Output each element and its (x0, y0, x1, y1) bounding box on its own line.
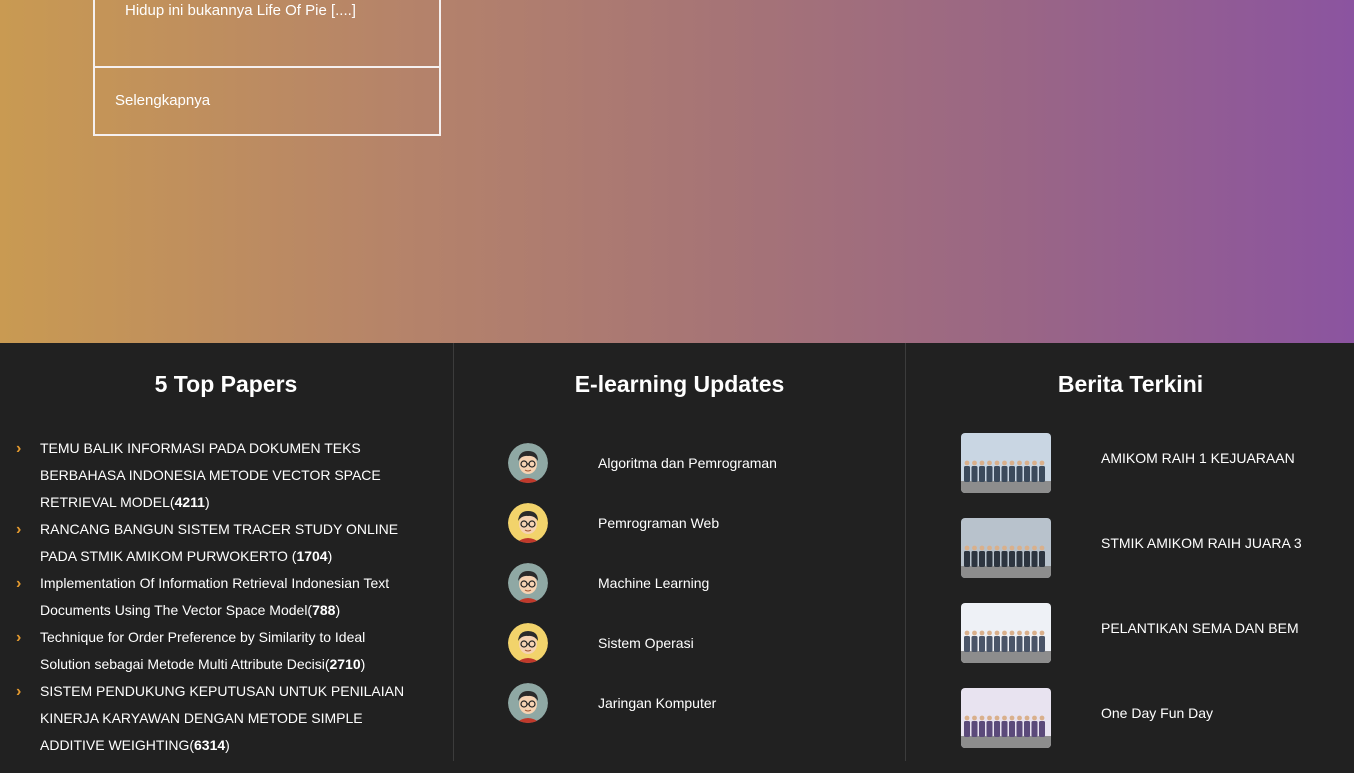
news-item[interactable]: PELANTIKAN SEMA DAN BEM (961, 603, 1302, 688)
paper-count: 1704 (296, 548, 328, 564)
top-papers-section: 5 Top Papers › TEMU BALIK INFORMASI PADA… (0, 343, 452, 761)
news-headline: AMIKOM RAIH 1 KEJUARAAN (1101, 450, 1295, 466)
news-item[interactable]: One Day Fun Day (961, 688, 1302, 773)
avatar-icon (508, 503, 548, 543)
paper-title: Technique for Order Preference by Simila… (40, 629, 366, 672)
paper-link[interactable]: RANCANG BANGUN SISTEM TRACER STUDY ONLIN… (40, 521, 398, 564)
paper-count: 788 (312, 602, 336, 618)
news-photo-thumbnail[interactable] (961, 433, 1051, 493)
course-label: Algoritma dan Pemrograman (598, 455, 777, 471)
news-title: Berita Terkini (1057, 371, 1204, 397)
paper-item: › Implementation Of Information Retrieva… (16, 570, 416, 624)
avatar-icon (508, 563, 548, 603)
avatar-icon (508, 683, 548, 723)
course-label: Pemrograman Web (598, 515, 720, 531)
news-list: AMIKOM RAIH 1 KEJUARAAN STMIK AMIKOM RAI… (961, 433, 1302, 773)
card-divider (95, 66, 439, 68)
avatar-icon (508, 443, 548, 483)
top-papers-list: › TEMU BALIK INFORMASI PADA DOKUMEN TEKS… (16, 435, 416, 759)
paper-link[interactable]: Technique for Order Preference by Simila… (40, 629, 365, 672)
paper-link[interactable]: Implementation Of Information Retrieval … (40, 575, 389, 618)
paper-paren: ) (360, 656, 366, 672)
paper-count: 2710 (329, 656, 361, 672)
chevron-right-icon: › (16, 575, 22, 592)
news-item[interactable]: STMIK AMIKOM RAIH JUARA 3 (961, 518, 1302, 603)
paper-paren: ) (335, 602, 341, 618)
news-section: Berita Terkini AMIKOM RAIH 1 KEJUARAAN S… (905, 343, 1354, 761)
footer: 5 Top Papers › TEMU BALIK INFORMASI PADA… (0, 343, 1354, 761)
top-papers-title: 5 Top Papers (154, 371, 298, 397)
chevron-right-icon: › (16, 440, 22, 457)
paper-paren: ) (204, 494, 210, 510)
course-label: Machine Learning (598, 575, 710, 591)
read-more-link[interactable]: Selengkapnya (115, 92, 210, 109)
post-excerpt: Hidup ini bukannya Life Of Pie [....] (125, 2, 356, 19)
paper-link[interactable]: TEMU BALIK INFORMASI PADA DOKUMEN TEKS B… (40, 440, 381, 510)
chevron-right-icon: › (16, 521, 22, 538)
news-photo-thumbnail[interactable] (961, 603, 1051, 663)
paper-paren: ) (327, 548, 333, 564)
avatar-icon (508, 623, 548, 663)
course-label: Sistem Operasi (598, 635, 694, 651)
news-headline: One Day Fun Day (1101, 705, 1214, 721)
course-item[interactable]: Algoritma dan Pemrograman (508, 433, 777, 493)
news-item[interactable]: AMIKOM RAIH 1 KEJUARAAN (961, 433, 1302, 518)
paper-item: › TEMU BALIK INFORMASI PADA DOKUMEN TEKS… (16, 435, 416, 516)
chevron-right-icon: › (16, 629, 22, 646)
paper-title: TEMU BALIK INFORMASI PADA DOKUMEN TEKS B… (40, 440, 381, 510)
course-item[interactable]: Sistem Operasi (508, 613, 777, 673)
news-photo-thumbnail[interactable] (961, 688, 1051, 748)
course-label: Jaringan Komputer (598, 695, 717, 711)
course-list: Algoritma dan Pemrograman Pemrograman We… (508, 433, 777, 733)
news-headline: PELANTIKAN SEMA DAN BEM (1101, 620, 1299, 636)
paper-count: 6314 (194, 737, 226, 753)
news-photo-thumbnail[interactable] (961, 518, 1051, 578)
course-item[interactable]: Machine Learning (508, 553, 777, 613)
post-card: Hidup ini bukannya Life Of Pie [....] Se… (93, 0, 441, 136)
course-item[interactable]: Jaringan Komputer (508, 673, 777, 733)
paper-title: RANCANG BANGUN SISTEM TRACER STUDY ONLIN… (40, 521, 399, 564)
paper-count: 4211 (174, 494, 205, 510)
elearning-title: E-learning Updates (574, 371, 785, 397)
chevron-right-icon: › (16, 683, 22, 700)
hero-banner: Hidup ini bukannya Life Of Pie [....] Se… (0, 0, 1354, 343)
paper-item: › Technique for Order Preference by Simi… (16, 624, 416, 678)
paper-paren: ) (225, 737, 230, 753)
course-item[interactable]: Pemrograman Web (508, 493, 777, 553)
news-headline: STMIK AMIKOM RAIH JUARA 3 (1101, 535, 1302, 551)
paper-link[interactable]: SISTEM PENDUKUNG KEPUTUSAN UNTUK PENILAI… (40, 683, 404, 753)
paper-item: › SISTEM PENDUKUNG KEPUTUSAN UNTUK PENIL… (16, 678, 416, 759)
elearning-section: E-learning Updates Algoritma dan Pemrogr… (453, 343, 905, 761)
paper-item: › RANCANG BANGUN SISTEM TRACER STUDY ONL… (16, 516, 416, 570)
